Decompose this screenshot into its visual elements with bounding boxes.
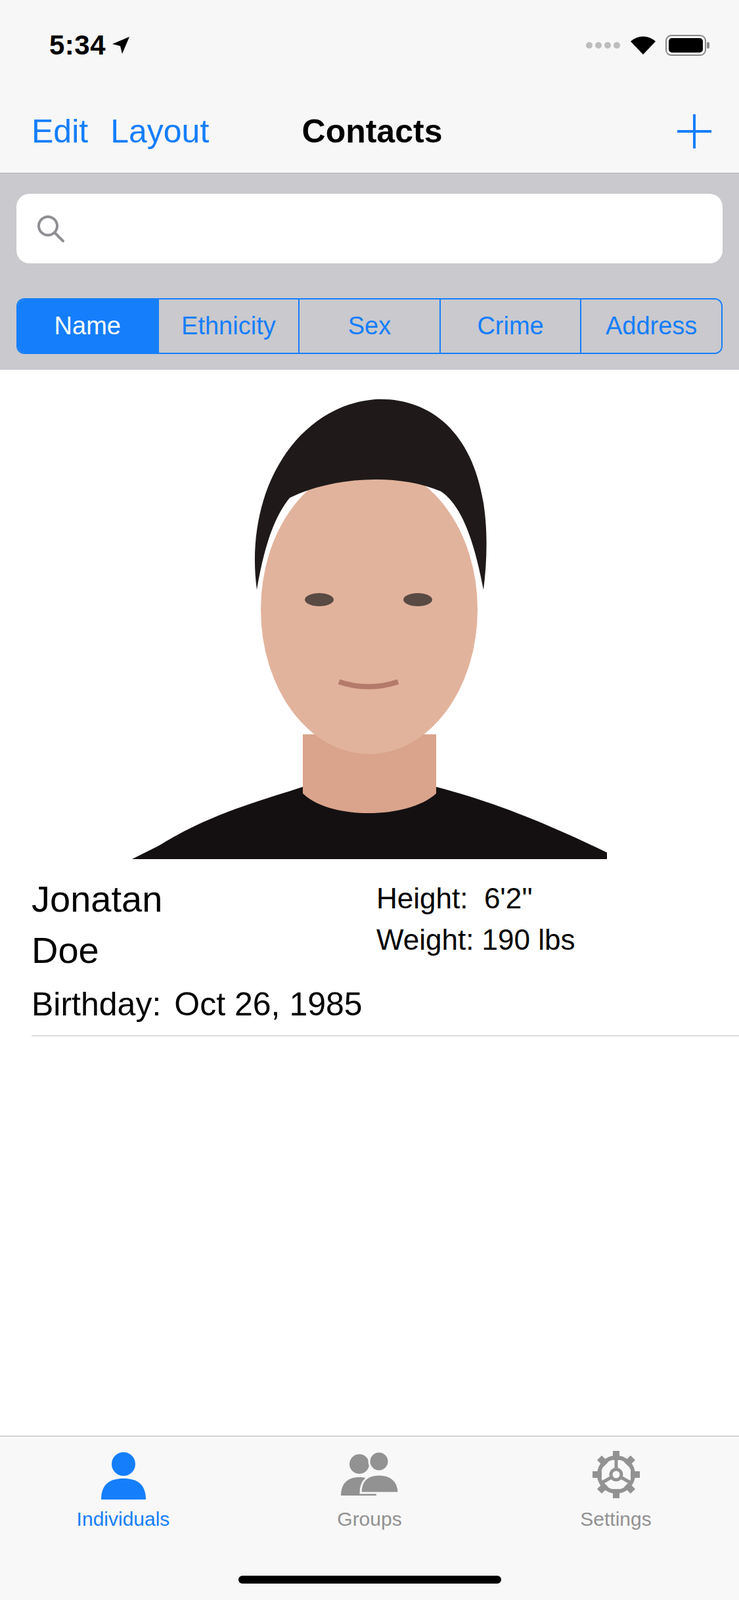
nav-button[interactable]: Layout bbox=[110, 112, 209, 151]
location-arrow-icon bbox=[111, 35, 131, 56]
nav-button[interactable]: Edit bbox=[31, 112, 89, 151]
battery-icon bbox=[665, 34, 711, 56]
wifi-icon bbox=[629, 35, 657, 56]
person-icon bbox=[97, 1449, 150, 1500]
status-time: 5:34 bbox=[49, 29, 106, 62]
tab-item[interactable]: Individuals bbox=[0, 1436, 247, 1533]
height-field: Height: 6'2'' bbox=[376, 877, 739, 919]
tab-item[interactable]: Settings bbox=[492, 1436, 739, 1533]
weight-field: Weight: 190 lbs bbox=[376, 918, 739, 961]
segment[interactable]: Name bbox=[17, 299, 158, 353]
tab-item[interactable]: Groups bbox=[246, 1436, 493, 1533]
status-bar: 5:34 bbox=[0, 0, 739, 90]
search-input[interactable] bbox=[76, 211, 703, 246]
segment[interactable]: Crime bbox=[439, 299, 581, 353]
nav-title: Contacts bbox=[302, 112, 443, 151]
segment[interactable]: Address bbox=[580, 299, 722, 353]
segment[interactable]: Ethnicity bbox=[157, 299, 299, 353]
tab-bar: IndividualsGroupsSettings bbox=[0, 1435, 739, 1600]
contact-card: JonatanDoe Height: 6'2''Weight: 190 lbs Bi… bbox=[0, 369, 739, 1436]
segmented-control: NameEthnicitySexCrimeAddress bbox=[16, 298, 723, 355]
home-indicator bbox=[238, 1575, 502, 1584]
search-field bbox=[16, 193, 723, 264]
last-name: Doe bbox=[31, 924, 377, 977]
first-name: Jonatan bbox=[31, 873, 377, 925]
birthday-field: Birthday:Oct 26, 1985 bbox=[31, 976, 739, 1037]
group-icon bbox=[339, 1449, 401, 1500]
segment[interactable]: Sex bbox=[298, 299, 440, 353]
contact-photo bbox=[132, 392, 607, 860]
signal-icon bbox=[585, 40, 621, 50]
gear-icon bbox=[591, 1449, 642, 1500]
add-icon[interactable] bbox=[675, 112, 713, 150]
magnifier-icon bbox=[36, 214, 66, 244]
search-area: NameEthnicitySexCrimeAddress bbox=[0, 173, 739, 370]
nav-bar: Edit Layout Contacts bbox=[0, 89, 739, 174]
screen: 5:34 Edit Layout Contacts NameEthnicitySexCr… bbox=[0, 0, 739, 1600]
